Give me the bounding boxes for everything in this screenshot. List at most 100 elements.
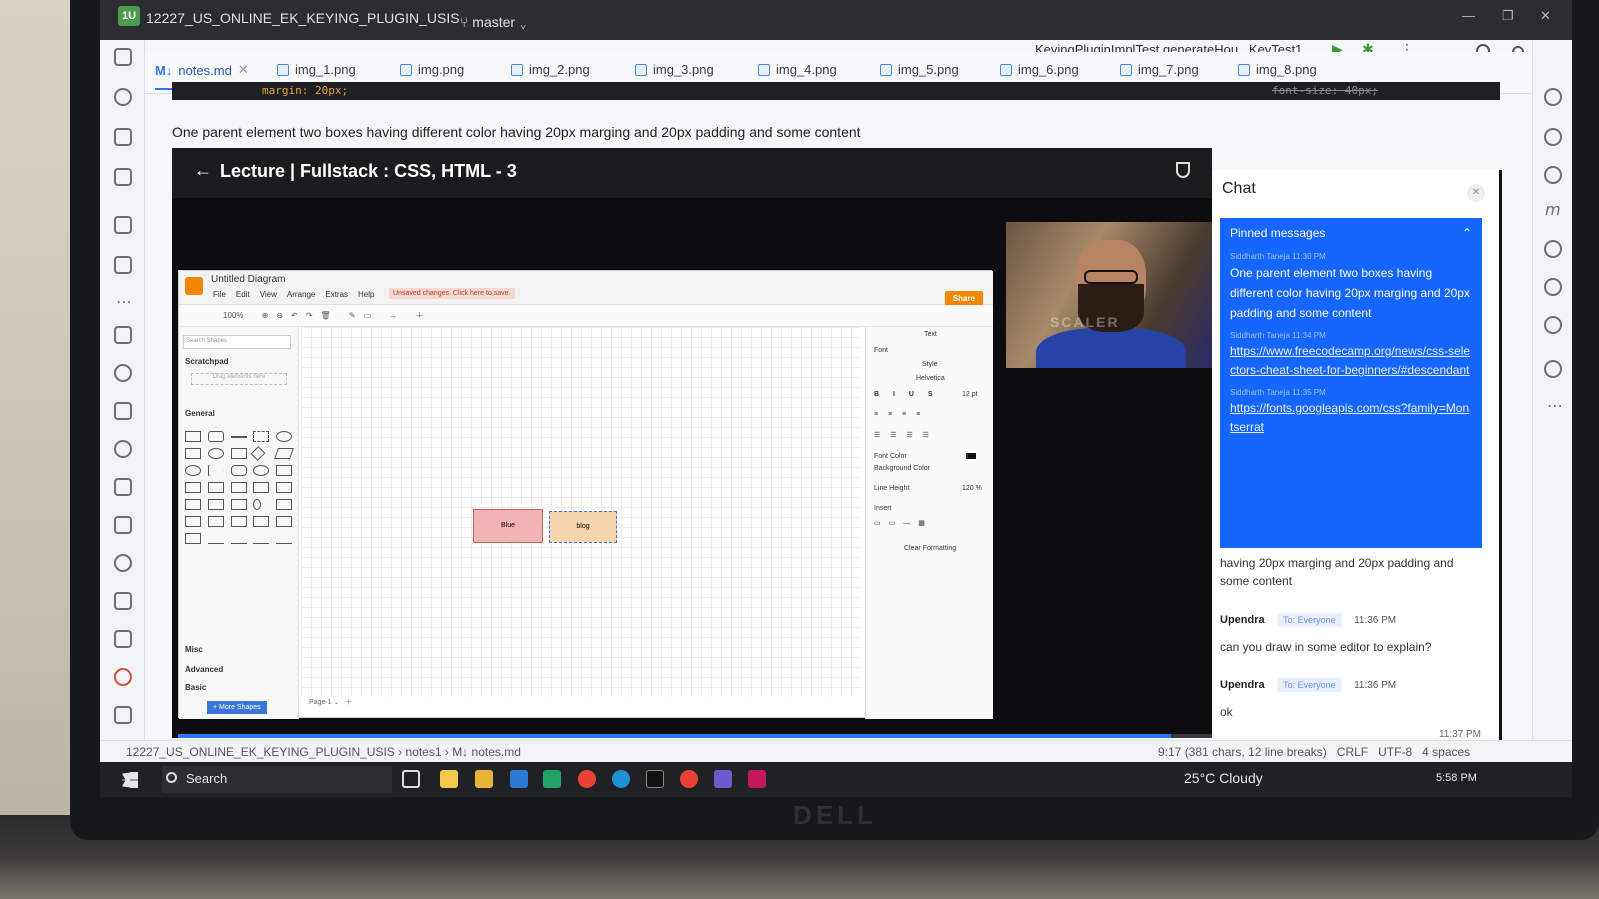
list-buttons[interactable]: ☰ ☰ ☰ ☰	[874, 431, 933, 439]
menu-view[interactable]: View	[260, 290, 277, 299]
minus-circle-icon[interactable]	[114, 440, 132, 458]
menu-extras[interactable]: Extras	[325, 290, 348, 299]
page-tab[interactable]: Page-1 ⌄ ＋	[309, 697, 352, 707]
menu-edit[interactable]: Edit	[236, 290, 250, 299]
section-advanced[interactable]: Advanced	[185, 665, 223, 674]
breadcrumb-file[interactable]: M↓ notes.md	[452, 745, 521, 759]
coverage-icon[interactable]	[1544, 316, 1562, 334]
diagram-box-selected[interactable]: blog	[549, 511, 617, 543]
problems-icon[interactable]	[114, 668, 132, 686]
copilot-icon[interactable]	[1544, 166, 1562, 184]
plugin-icon[interactable]	[114, 128, 132, 146]
structure-icon[interactable]	[114, 216, 132, 234]
branch-icon[interactable]	[114, 478, 132, 496]
shape-search-input[interactable]: Search Shapes	[183, 335, 291, 349]
maven-icon[interactable]: m	[1545, 200, 1561, 219]
taskbar-clock[interactable]: 5:58 PM	[1436, 772, 1477, 784]
font-size-input[interactable]: 12 pt	[962, 391, 978, 398]
share-button[interactable]: Share	[944, 291, 983, 306]
document-icon[interactable]	[114, 516, 132, 534]
more-shapes-button[interactable]: + More Shapes	[207, 701, 267, 714]
toolbar-icons[interactable]: ⊕⊖↶↷🗑 ✎▭ → ＋	[262, 311, 432, 320]
tab-img-8[interactable]: img_8.png	[1238, 62, 1317, 77]
style-label[interactable]: Style	[922, 361, 938, 368]
notes-text[interactable]: One parent element two boxes having diff…	[172, 124, 892, 140]
breadcrumb-folder[interactable]: notes1	[405, 745, 441, 759]
tab-img[interactable]: img.png	[400, 62, 464, 77]
line-height-input[interactable]: 120 %	[962, 485, 982, 492]
indent-setting[interactable]: 4 spaces	[1422, 745, 1470, 759]
diagram-box-blue[interactable]: Blue	[473, 509, 543, 543]
text-icon[interactable]	[114, 402, 132, 420]
play-circle-icon[interactable]	[114, 554, 132, 572]
tab-img-5[interactable]: img_5.png	[880, 62, 959, 77]
notifications-icon[interactable]	[1544, 88, 1562, 106]
trophy-icon[interactable]	[1176, 162, 1190, 178]
cursor-position[interactable]: 9:17 (381 chars, 12 line breaks)	[1158, 745, 1327, 759]
menu-arrange[interactable]: Arrange	[287, 290, 315, 299]
file-explorer-icon[interactable]	[475, 770, 493, 788]
insert-buttons[interactable]: ▭▭—▦	[874, 519, 933, 527]
sticky-notes-icon[interactable]	[440, 770, 458, 788]
maximize-icon[interactable]: ❐	[1502, 8, 1514, 24]
folder-icon[interactable]	[114, 48, 132, 66]
layers-icon[interactable]	[114, 592, 132, 610]
terminal-icon[interactable]	[114, 630, 132, 648]
line-separator[interactable]: CRLF	[1337, 745, 1368, 759]
project-badge[interactable]: 1U	[118, 6, 140, 26]
tab-img-3[interactable]: img_3.png	[635, 62, 714, 77]
git-icon[interactable]	[114, 706, 132, 724]
database-icon[interactable]	[1544, 128, 1562, 146]
unsaved-banner[interactable]: Unsaved changes. Click here to save.	[389, 288, 515, 299]
diagram-canvas[interactable]: Blue blog	[301, 327, 861, 697]
clear-formatting-button[interactable]: Clear Formatting	[904, 545, 956, 552]
gauge-icon[interactable]	[114, 364, 132, 382]
pinned-header[interactable]: Pinned messages ⌃	[1230, 226, 1472, 240]
ai-assistant-icon[interactable]	[1544, 240, 1562, 258]
video-progress-bar[interactable]	[178, 734, 1212, 738]
project-name[interactable]: 12227_US_ONLINE_EK_KEYING_PLUGIN_USIS	[146, 10, 460, 26]
list-icon[interactable]	[114, 326, 132, 344]
more-tools-icon[interactable]: ⋯	[116, 292, 132, 311]
section-misc[interactable]: Misc	[185, 645, 203, 654]
align-buttons[interactable]: ≡ ≡ ≡ ≡	[874, 411, 924, 418]
zoom-level[interactable]: 100%	[223, 311, 243, 320]
menu-help[interactable]: Help	[358, 290, 374, 299]
sparkle-icon[interactable]	[1544, 360, 1562, 378]
section-general[interactable]: General	[185, 409, 215, 418]
chart-icon[interactable]	[1544, 278, 1562, 296]
diagram-title[interactable]: Untitled Diagram	[211, 274, 285, 285]
section-scratchpad[interactable]: Scratchpad	[185, 357, 229, 366]
chevron-up-icon[interactable]: ⌃	[1462, 226, 1472, 240]
back-arrow-icon[interactable]: ←	[194, 160, 212, 181]
bookmark-icon[interactable]	[114, 256, 132, 274]
breadcrumb-project[interactable]: 12227_US_ONLINE_EK_KEYING_PLUGIN_USIS	[126, 745, 395, 759]
section-basic[interactable]: Basic	[185, 683, 206, 692]
outlook-icon[interactable]	[510, 770, 528, 788]
branch-selector[interactable]: ⑂ master ⌄	[460, 14, 527, 30]
tab-img-6[interactable]: img_6.png	[1000, 62, 1079, 77]
excel-icon[interactable]	[543, 770, 561, 788]
windows-start-icon[interactable]	[122, 772, 138, 788]
close-icon[interactable]: ✕	[1540, 8, 1551, 24]
more-icon[interactable]: ⋯	[1547, 396, 1563, 415]
pull-request-icon[interactable]	[114, 168, 132, 186]
file-encoding[interactable]: UTF-8	[1378, 745, 1412, 759]
tab-img-4[interactable]: img_4.png	[758, 62, 837, 77]
minimize-icon[interactable]: —	[1462, 8, 1475, 23]
font-color-swatch[interactable]	[966, 453, 976, 459]
scratchpad-dropzone[interactable]: Drag elements here	[191, 373, 287, 385]
task-view-icon[interactable]	[402, 770, 420, 788]
app-icon[interactable]	[714, 770, 732, 788]
text-format-buttons[interactable]: B I U S	[874, 391, 939, 398]
taskbar-search[interactable]: Search	[162, 766, 392, 793]
intellij-icon[interactable]	[748, 770, 766, 788]
pinned-link[interactable]: https://www.freecodecamp.org/news/css-se…	[1230, 342, 1472, 380]
tab-img-7[interactable]: img_7.png	[1120, 62, 1199, 77]
shape-palette[interactable]	[185, 431, 295, 544]
weather-widget[interactable]: 25°C Cloudy	[1184, 770, 1263, 786]
tab-notes-md[interactable]: M↓ notes.md ✕	[155, 62, 259, 90]
tab-close-icon[interactable]: ✕	[238, 62, 249, 78]
chrome-profile-icon[interactable]	[680, 770, 698, 788]
commit-icon[interactable]	[114, 88, 132, 106]
